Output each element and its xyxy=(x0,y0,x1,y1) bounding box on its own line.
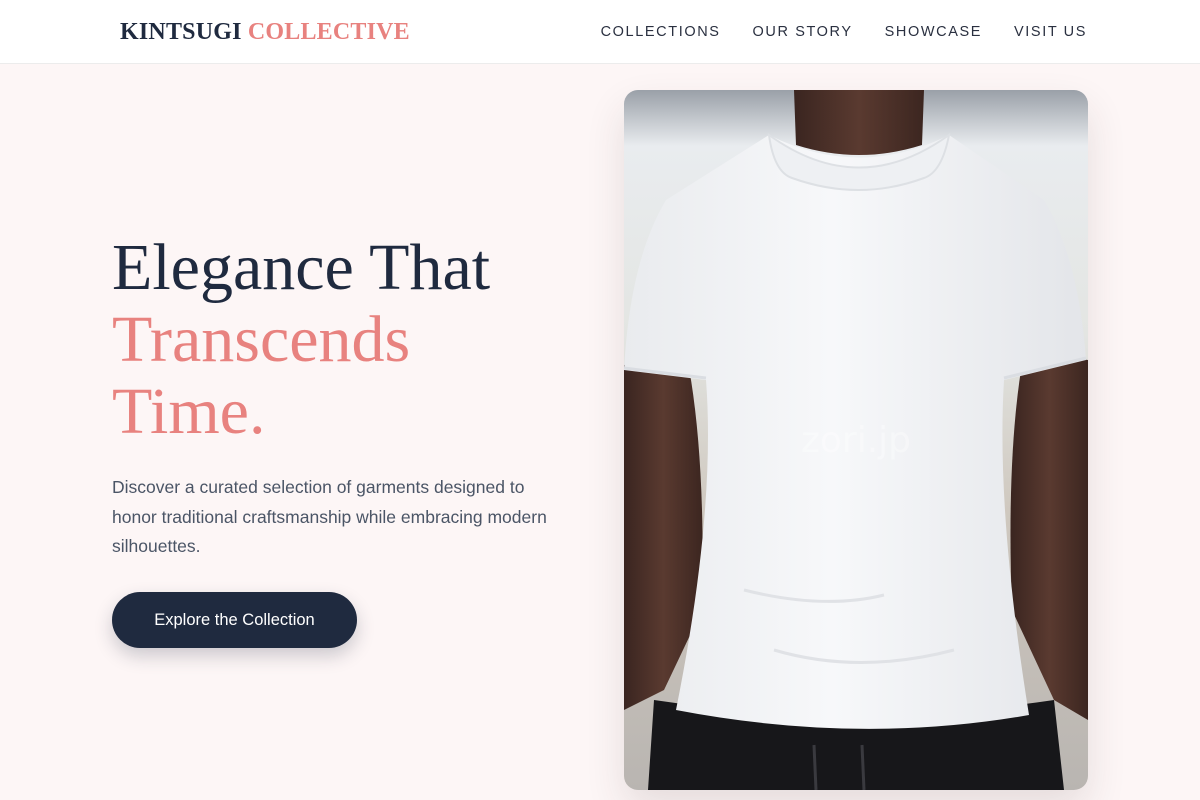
hero-title-line-1: Elegance That xyxy=(112,231,491,304)
nav-our-story[interactable]: OUR STORY xyxy=(753,22,853,42)
hero-description: Discover a curated selection of garments… xyxy=(112,477,547,556)
main-nav: COLLECTIONS OUR STORY SHOWCASE VISIT US xyxy=(601,22,1087,42)
explore-collection-button[interactable]: Explore the Collection xyxy=(112,592,357,648)
image-watermark: zori.jp xyxy=(800,420,912,461)
logo-accent: COLLECTIVE xyxy=(247,19,410,45)
logo-primary: KINTSUGI xyxy=(120,19,242,45)
nav-showcase[interactable]: SHOWCASE xyxy=(885,22,982,42)
site-header: KINTSUGI COLLECTIVE COLLECTIONS OUR STOR… xyxy=(0,0,1200,64)
hero-title-line-2: Transcends xyxy=(112,303,411,376)
nav-collections[interactable]: COLLECTIONS xyxy=(601,22,721,42)
hero-product-image: zori.jp xyxy=(624,90,1088,790)
hero-title: Elegance That Transcends Time. xyxy=(112,232,490,448)
nav-visit-us[interactable]: VISIT US xyxy=(1014,22,1087,42)
site-logo[interactable]: KINTSUGI COLLECTIVE xyxy=(120,18,410,46)
hero-title-line-3: Time. xyxy=(112,375,266,448)
